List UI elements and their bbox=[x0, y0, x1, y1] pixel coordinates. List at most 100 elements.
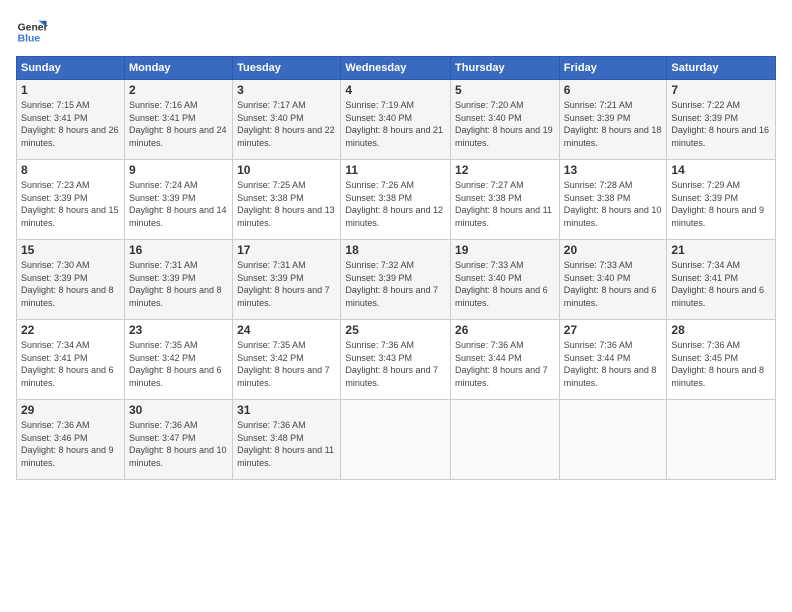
calendar-day-cell: 2 Sunrise: 7:16 AMSunset: 3:41 PMDayligh… bbox=[124, 80, 232, 160]
calendar-day-cell: 18 Sunrise: 7:32 AMSunset: 3:39 PMDaylig… bbox=[341, 240, 451, 320]
weekday-header: Friday bbox=[559, 57, 667, 80]
day-info: Sunrise: 7:35 AMSunset: 3:42 PMDaylight:… bbox=[129, 340, 222, 388]
day-info: Sunrise: 7:22 AMSunset: 3:39 PMDaylight:… bbox=[671, 100, 769, 148]
calendar-day-cell: 10 Sunrise: 7:25 AMSunset: 3:38 PMDaylig… bbox=[233, 160, 341, 240]
weekday-header-row: SundayMondayTuesdayWednesdayThursdayFrid… bbox=[17, 57, 776, 80]
calendar-day-cell: 23 Sunrise: 7:35 AMSunset: 3:42 PMDaylig… bbox=[124, 320, 232, 400]
day-number: 20 bbox=[564, 243, 663, 257]
day-info: Sunrise: 7:32 AMSunset: 3:39 PMDaylight:… bbox=[345, 260, 438, 308]
day-info: Sunrise: 7:36 AMSunset: 3:43 PMDaylight:… bbox=[345, 340, 438, 388]
calendar-day-cell: 5 Sunrise: 7:20 AMSunset: 3:40 PMDayligh… bbox=[451, 80, 560, 160]
day-number: 27 bbox=[564, 323, 663, 337]
calendar-day-cell: 20 Sunrise: 7:33 AMSunset: 3:40 PMDaylig… bbox=[559, 240, 667, 320]
calendar-day-cell: 16 Sunrise: 7:31 AMSunset: 3:39 PMDaylig… bbox=[124, 240, 232, 320]
calendar-day-cell bbox=[667, 400, 776, 480]
day-number: 30 bbox=[129, 403, 228, 417]
calendar-day-cell: 22 Sunrise: 7:34 AMSunset: 3:41 PMDaylig… bbox=[17, 320, 125, 400]
calendar-day-cell: 9 Sunrise: 7:24 AMSunset: 3:39 PMDayligh… bbox=[124, 160, 232, 240]
logo: General Blue bbox=[16, 16, 48, 48]
day-info: Sunrise: 7:36 AMSunset: 3:45 PMDaylight:… bbox=[671, 340, 764, 388]
calendar-day-cell: 3 Sunrise: 7:17 AMSunset: 3:40 PMDayligh… bbox=[233, 80, 341, 160]
day-info: Sunrise: 7:35 AMSunset: 3:42 PMDaylight:… bbox=[237, 340, 330, 388]
day-number: 10 bbox=[237, 163, 336, 177]
calendar-day-cell: 8 Sunrise: 7:23 AMSunset: 3:39 PMDayligh… bbox=[17, 160, 125, 240]
day-number: 21 bbox=[671, 243, 771, 257]
day-number: 2 bbox=[129, 83, 228, 97]
calendar-day-cell: 15 Sunrise: 7:30 AMSunset: 3:39 PMDaylig… bbox=[17, 240, 125, 320]
day-number: 17 bbox=[237, 243, 336, 257]
day-number: 19 bbox=[455, 243, 555, 257]
calendar-day-cell: 12 Sunrise: 7:27 AMSunset: 3:38 PMDaylig… bbox=[451, 160, 560, 240]
day-info: Sunrise: 7:36 AMSunset: 3:44 PMDaylight:… bbox=[455, 340, 548, 388]
day-info: Sunrise: 7:30 AMSunset: 3:39 PMDaylight:… bbox=[21, 260, 114, 308]
day-number: 24 bbox=[237, 323, 336, 337]
calendar-week-row: 29 Sunrise: 7:36 AMSunset: 3:46 PMDaylig… bbox=[17, 400, 776, 480]
calendar-week-row: 15 Sunrise: 7:30 AMSunset: 3:39 PMDaylig… bbox=[17, 240, 776, 320]
calendar-day-cell: 30 Sunrise: 7:36 AMSunset: 3:47 PMDaylig… bbox=[124, 400, 232, 480]
day-number: 28 bbox=[671, 323, 771, 337]
day-info: Sunrise: 7:25 AMSunset: 3:38 PMDaylight:… bbox=[237, 180, 335, 228]
day-info: Sunrise: 7:29 AMSunset: 3:39 PMDaylight:… bbox=[671, 180, 764, 228]
day-info: Sunrise: 7:34 AMSunset: 3:41 PMDaylight:… bbox=[21, 340, 114, 388]
calendar-week-row: 8 Sunrise: 7:23 AMSunset: 3:39 PMDayligh… bbox=[17, 160, 776, 240]
page-header: General Blue bbox=[16, 16, 776, 48]
day-info: Sunrise: 7:26 AMSunset: 3:38 PMDaylight:… bbox=[345, 180, 443, 228]
day-info: Sunrise: 7:19 AMSunset: 3:40 PMDaylight:… bbox=[345, 100, 443, 148]
weekday-header: Wednesday bbox=[341, 57, 451, 80]
calendar-day-cell: 28 Sunrise: 7:36 AMSunset: 3:45 PMDaylig… bbox=[667, 320, 776, 400]
calendar-day-cell bbox=[559, 400, 667, 480]
day-info: Sunrise: 7:36 AMSunset: 3:46 PMDaylight:… bbox=[21, 420, 114, 468]
calendar-day-cell: 25 Sunrise: 7:36 AMSunset: 3:43 PMDaylig… bbox=[341, 320, 451, 400]
day-info: Sunrise: 7:31 AMSunset: 3:39 PMDaylight:… bbox=[129, 260, 222, 308]
calendar-day-cell: 21 Sunrise: 7:34 AMSunset: 3:41 PMDaylig… bbox=[667, 240, 776, 320]
day-number: 15 bbox=[21, 243, 120, 257]
calendar-day-cell: 26 Sunrise: 7:36 AMSunset: 3:44 PMDaylig… bbox=[451, 320, 560, 400]
day-number: 16 bbox=[129, 243, 228, 257]
weekday-header: Tuesday bbox=[233, 57, 341, 80]
calendar-day-cell: 17 Sunrise: 7:31 AMSunset: 3:39 PMDaylig… bbox=[233, 240, 341, 320]
svg-text:Blue: Blue bbox=[18, 34, 41, 45]
calendar-day-cell: 13 Sunrise: 7:28 AMSunset: 3:38 PMDaylig… bbox=[559, 160, 667, 240]
day-info: Sunrise: 7:36 AMSunset: 3:44 PMDaylight:… bbox=[564, 340, 657, 388]
day-number: 6 bbox=[564, 83, 663, 97]
calendar-day-cell: 4 Sunrise: 7:19 AMSunset: 3:40 PMDayligh… bbox=[341, 80, 451, 160]
day-info: Sunrise: 7:36 AMSunset: 3:47 PMDaylight:… bbox=[129, 420, 227, 468]
day-info: Sunrise: 7:20 AMSunset: 3:40 PMDaylight:… bbox=[455, 100, 553, 148]
weekday-header: Sunday bbox=[17, 57, 125, 80]
calendar-week-row: 22 Sunrise: 7:34 AMSunset: 3:41 PMDaylig… bbox=[17, 320, 776, 400]
calendar-day-cell: 27 Sunrise: 7:36 AMSunset: 3:44 PMDaylig… bbox=[559, 320, 667, 400]
calendar-table: SundayMondayTuesdayWednesdayThursdayFrid… bbox=[16, 56, 776, 480]
day-info: Sunrise: 7:16 AMSunset: 3:41 PMDaylight:… bbox=[129, 100, 227, 148]
calendar-day-cell: 11 Sunrise: 7:26 AMSunset: 3:38 PMDaylig… bbox=[341, 160, 451, 240]
calendar-week-row: 1 Sunrise: 7:15 AMSunset: 3:41 PMDayligh… bbox=[17, 80, 776, 160]
day-number: 8 bbox=[21, 163, 120, 177]
calendar-day-cell: 7 Sunrise: 7:22 AMSunset: 3:39 PMDayligh… bbox=[667, 80, 776, 160]
day-number: 1 bbox=[21, 83, 120, 97]
day-number: 22 bbox=[21, 323, 120, 337]
day-info: Sunrise: 7:33 AMSunset: 3:40 PMDaylight:… bbox=[564, 260, 657, 308]
day-number: 3 bbox=[237, 83, 336, 97]
day-number: 25 bbox=[345, 323, 446, 337]
day-info: Sunrise: 7:17 AMSunset: 3:40 PMDaylight:… bbox=[237, 100, 335, 148]
day-info: Sunrise: 7:31 AMSunset: 3:39 PMDaylight:… bbox=[237, 260, 330, 308]
day-info: Sunrise: 7:27 AMSunset: 3:38 PMDaylight:… bbox=[455, 180, 552, 228]
day-info: Sunrise: 7:33 AMSunset: 3:40 PMDaylight:… bbox=[455, 260, 548, 308]
day-number: 31 bbox=[237, 403, 336, 417]
day-number: 18 bbox=[345, 243, 446, 257]
calendar-day-cell bbox=[341, 400, 451, 480]
day-number: 26 bbox=[455, 323, 555, 337]
calendar-page: General Blue SundayMondayTuesdayWednesda… bbox=[0, 0, 792, 612]
weekday-header: Thursday bbox=[451, 57, 560, 80]
day-number: 4 bbox=[345, 83, 446, 97]
logo-icon: General Blue bbox=[16, 16, 48, 48]
calendar-day-cell: 31 Sunrise: 7:36 AMSunset: 3:48 PMDaylig… bbox=[233, 400, 341, 480]
calendar-day-cell: 14 Sunrise: 7:29 AMSunset: 3:39 PMDaylig… bbox=[667, 160, 776, 240]
calendar-day-cell bbox=[451, 400, 560, 480]
day-number: 29 bbox=[21, 403, 120, 417]
day-number: 7 bbox=[671, 83, 771, 97]
weekday-header: Saturday bbox=[667, 57, 776, 80]
day-number: 5 bbox=[455, 83, 555, 97]
calendar-day-cell: 6 Sunrise: 7:21 AMSunset: 3:39 PMDayligh… bbox=[559, 80, 667, 160]
day-info: Sunrise: 7:24 AMSunset: 3:39 PMDaylight:… bbox=[129, 180, 227, 228]
day-number: 13 bbox=[564, 163, 663, 177]
